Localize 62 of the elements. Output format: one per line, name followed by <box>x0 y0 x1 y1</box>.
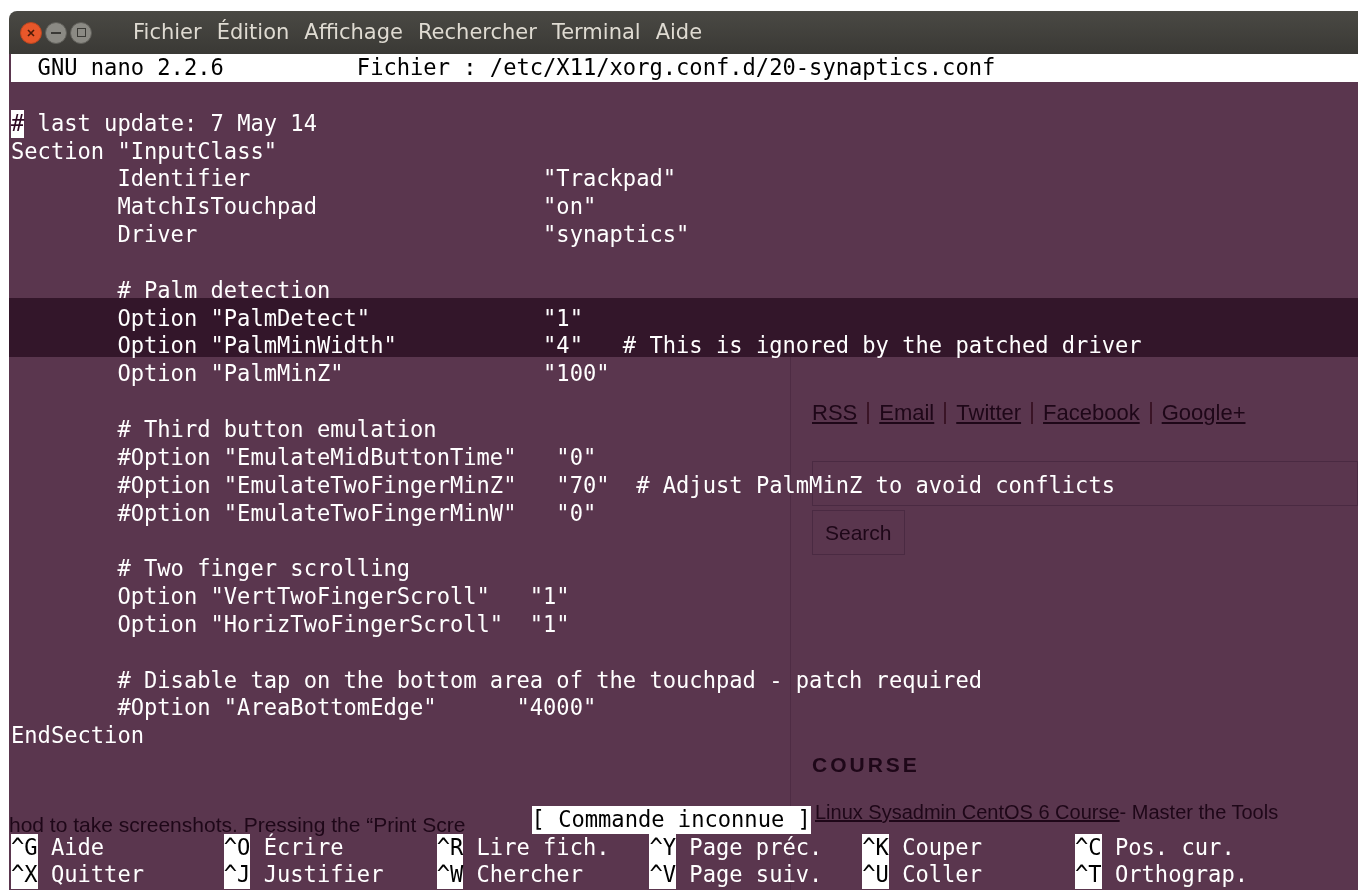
shortcut-key: ^T <box>1075 861 1102 890</box>
code-line: # Third button emulation <box>117 415 437 444</box>
code-line: MatchIsTouchpad "on" <box>117 193 597 222</box>
code-line: Option "PalmDetect" "1" <box>117 304 583 333</box>
code-line: #Option "EmulateMidButtonTime" "0" <box>117 443 597 472</box>
code-line: last update: 7 May 14 <box>36 109 317 138</box>
shortcut-key: ^R <box>436 833 464 862</box>
shortcut-key: ^V <box>649 861 677 890</box>
code-line: #Option "EmulateTwoFingerMinW" "0" <box>117 499 597 528</box>
shortcut-label: Chercher <box>475 861 583 890</box>
menu-item[interactable]: Affichage <box>304 16 403 49</box>
shortcut-label: Justifier <box>262 861 384 890</box>
file-path: Fichier : /etc/X11/xorg.conf.d/20-synaptics.conf <box>356 54 996 82</box>
shortcut-label: Pos. cur. <box>1113 833 1235 862</box>
shortcut-label: Page suiv. <box>688 861 823 890</box>
shortcut-key: ^J <box>223 861 251 890</box>
maximize-icon[interactable] <box>70 21 92 44</box>
close-icon[interactable] <box>20 21 42 44</box>
course-text: - Master the Tools <box>1119 800 1279 825</box>
shortcut-key: ^Y <box>649 833 677 862</box>
shortcut-label: Coller <box>901 861 982 890</box>
social-link[interactable]: Twitter <box>956 396 1022 429</box>
social-link[interactable]: Email <box>879 396 935 429</box>
code-line: Option "PalmMinZ" "100" <box>117 360 610 389</box>
shortcut-key: ^X <box>11 861 38 890</box>
social-link[interactable]: Google+ <box>1161 396 1246 429</box>
shortcut-label: Page préc. <box>688 833 823 862</box>
minimize-icon[interactable] <box>45 21 67 44</box>
shortcut-label: Quitter <box>49 861 145 890</box>
shortcut-label: Couper <box>901 833 982 862</box>
shortcut-key: ^U <box>862 861 889 890</box>
shortcut-key: ^G <box>11 833 38 862</box>
code-line: Section "InputClass" <box>11 137 278 166</box>
shortcut-key: ^C <box>1075 833 1102 862</box>
menu-item[interactable]: Fichier <box>133 16 202 49</box>
social-link[interactable]: RSS <box>812 396 858 429</box>
menu-item[interactable]: Édition <box>216 16 290 49</box>
shortcut-label: Lire fich. <box>475 833 610 862</box>
code-line: #Option "EmulateTwoFingerMinZ" "70" # Adjust PalmMinZ to avoid conflicts <box>117 471 1116 500</box>
section-heading: COURSE <box>812 752 920 778</box>
code-line: # Two finger scrolling <box>117 555 411 584</box>
menu-item[interactable]: Rechercher <box>417 16 537 49</box>
shortcut-label: Aide <box>49 833 105 862</box>
program-version: GNU nano 2.2.6 <box>36 54 225 82</box>
code-line: Driver "synaptics" <box>117 221 690 249</box>
status-message: [ Commande inconnue ] <box>531 805 811 834</box>
shortcut-label: Orthograp. <box>1113 861 1248 890</box>
code-line: #Option "AreaBottomEdge" "4000" <box>117 694 597 723</box>
search-button[interactable]: Search <box>812 510 905 555</box>
code-line: EndSection <box>11 722 144 751</box>
menu-item[interactable]: Aide <box>655 16 703 49</box>
shortcut-key: ^O <box>223 833 251 862</box>
course-link[interactable]: Linux Sysadmin CentOS 6 Course <box>815 797 1120 827</box>
menu-item[interactable]: Terminal <box>551 16 641 49</box>
shortcut-key: ^K <box>862 833 889 862</box>
code-line: # Disable tap on the bottom area of the touchpad - patch required <box>117 666 982 695</box>
code-line: Option "HorizTwoFingerScroll" "1" <box>117 610 570 639</box>
code-line: Option "PalmMinWidth" "4" # This is ignored by the patched driver <box>117 332 1142 361</box>
code-line: Identifier "Trackpad" <box>117 165 677 194</box>
code-line: # Palm detection <box>117 276 331 305</box>
code-line: Option "VertTwoFingerScroll" "1" <box>117 583 570 611</box>
social-link[interactable]: Facebook <box>1043 396 1140 429</box>
